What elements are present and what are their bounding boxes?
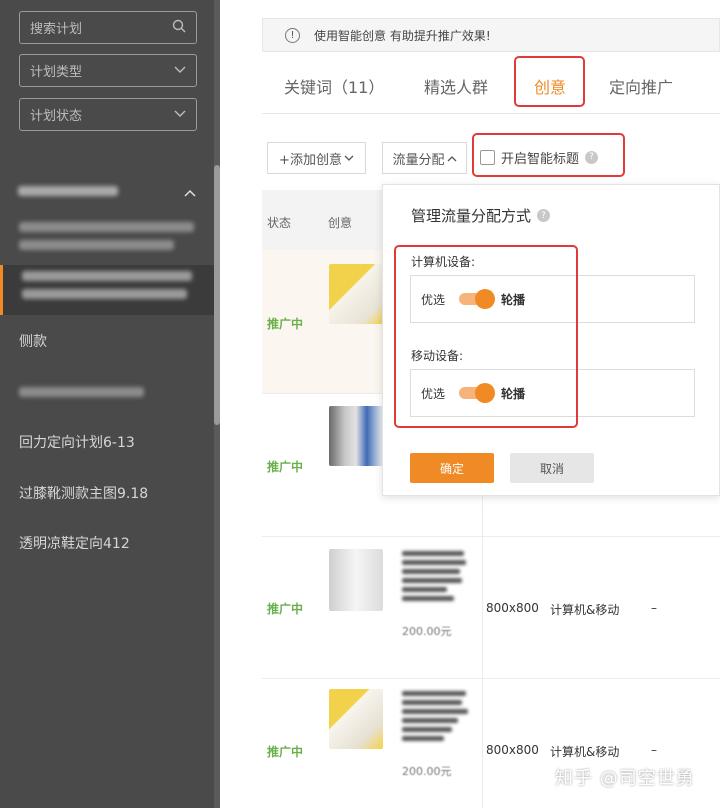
confirm-button[interactable]: 确定 [410,453,494,483]
sidebar-item-plan[interactable]: 回力定向计划6-13 [0,431,214,453]
chevron-down-icon [174,107,186,122]
creative-thumbnail[interactable] [329,406,383,466]
creative-thumbnail[interactable] [329,549,383,611]
redacted-group-name [18,186,118,196]
sidebar-item-redacted[interactable] [0,381,214,403]
creative-price: 200.00元 [402,765,452,778]
info-icon: ! [285,27,300,43]
sidebar-item-plan[interactable]: 侧款 [0,330,214,352]
plan-status-label: 计划状态 [30,109,83,124]
sidebar-item-redacted[interactable] [0,216,214,262]
creative-extra: – [651,601,657,615]
sidebar-item-label: 透明凉鞋定向412 [19,536,130,549]
chevron-up-icon [447,151,457,166]
table-row[interactable]: 推广中 200.00元 800x800 计算机&移动 – [262,537,720,679]
sidebar-item-plan[interactable]: 过膝靴测款主图9.18 [0,482,214,504]
highlight-smart-title [472,133,625,177]
help-icon[interactable]: ? [537,209,551,222]
traffic-allocation-popover: 管理流量分配方式 ? 计算机设备: 优选 轮播 移动设备: 优选 轮播 确定 取… [382,184,720,496]
chevron-down-icon [174,63,186,78]
smart-creative-notice: ! 使用智能创意 有助提升推广效果! [262,18,720,52]
plan-type-label: 计划类型 [30,65,83,80]
search-icon[interactable] [172,19,186,37]
status-badge: 推广中 [267,460,304,474]
cancel-button[interactable]: 取消 [510,453,594,483]
creative-size: 800x800 [486,601,539,615]
redacted-creative-title [402,551,466,601]
chevron-down-icon [344,151,354,166]
sidebar-item-label: 过膝靴测款主图9.18 [19,486,149,502]
plan-search-input[interactable]: 搜索计划 [19,11,197,44]
sidebar-scrollbar-thumb[interactable] [214,165,220,425]
status-badge: 推广中 [267,602,304,616]
highlight-device-settings [394,245,578,428]
creative-price: 200.00元 [402,625,452,638]
creative-extra: – [651,743,657,757]
status-badge: 推广中 [267,317,304,331]
column-header-creative: 创意 [328,216,353,230]
traffic-allocation-label: 流量分配 [392,152,445,168]
sidebar-item-label: 侧款 [19,334,47,350]
sidebar-item-plan[interactable]: 透明凉鞋定向412 [0,533,214,549]
creative-thumbnail[interactable] [329,689,383,749]
sidebar: 搜索计划 计划类型 计划状态 侧款 回力定向计划6-13 过膝靴测款主图9.18… [0,0,220,808]
tab-bar: 关键词（11） 精选人群 创意 定向推广 [262,60,720,114]
creative-device: 计算机&移动 [550,745,620,759]
sidebar-item-active[interactable] [0,265,214,315]
redacted-creative-title [402,691,468,741]
column-divider [482,496,483,808]
tab-targeted-promotion[interactable]: 定向推广 [609,74,673,98]
watermark: 知乎 @司空世勇 [555,768,695,789]
plan-status-select[interactable]: 计划状态 [19,98,197,131]
traffic-allocation-button[interactable]: 流量分配 [382,142,467,174]
tab-selected-audience[interactable]: 精选人群 [424,74,488,98]
status-badge: 推广中 [267,745,304,759]
add-creative-button[interactable]: +添加创意 [267,142,366,174]
popover-title: 管理流量分配方式 ? [411,205,551,226]
notice-text: 使用智能创意 有助提升推广效果! [314,28,491,43]
creative-size: 800x800 [486,743,539,757]
creative-thumbnail[interactable] [329,264,383,324]
add-creative-label: +添加创意 [279,152,342,168]
tab-keywords[interactable]: 关键词（11） [284,74,384,98]
plan-type-select[interactable]: 计划类型 [19,54,197,87]
chevron-up-icon[interactable] [184,182,196,201]
column-header-status: 状态 [267,216,292,230]
sidebar-group-header[interactable] [0,170,214,212]
highlight-creative-tab [514,56,585,107]
plan-search-placeholder: 搜索计划 [30,22,83,37]
sidebar-item-label: 回力定向计划6-13 [19,435,135,451]
creative-device: 计算机&移动 [550,603,620,617]
